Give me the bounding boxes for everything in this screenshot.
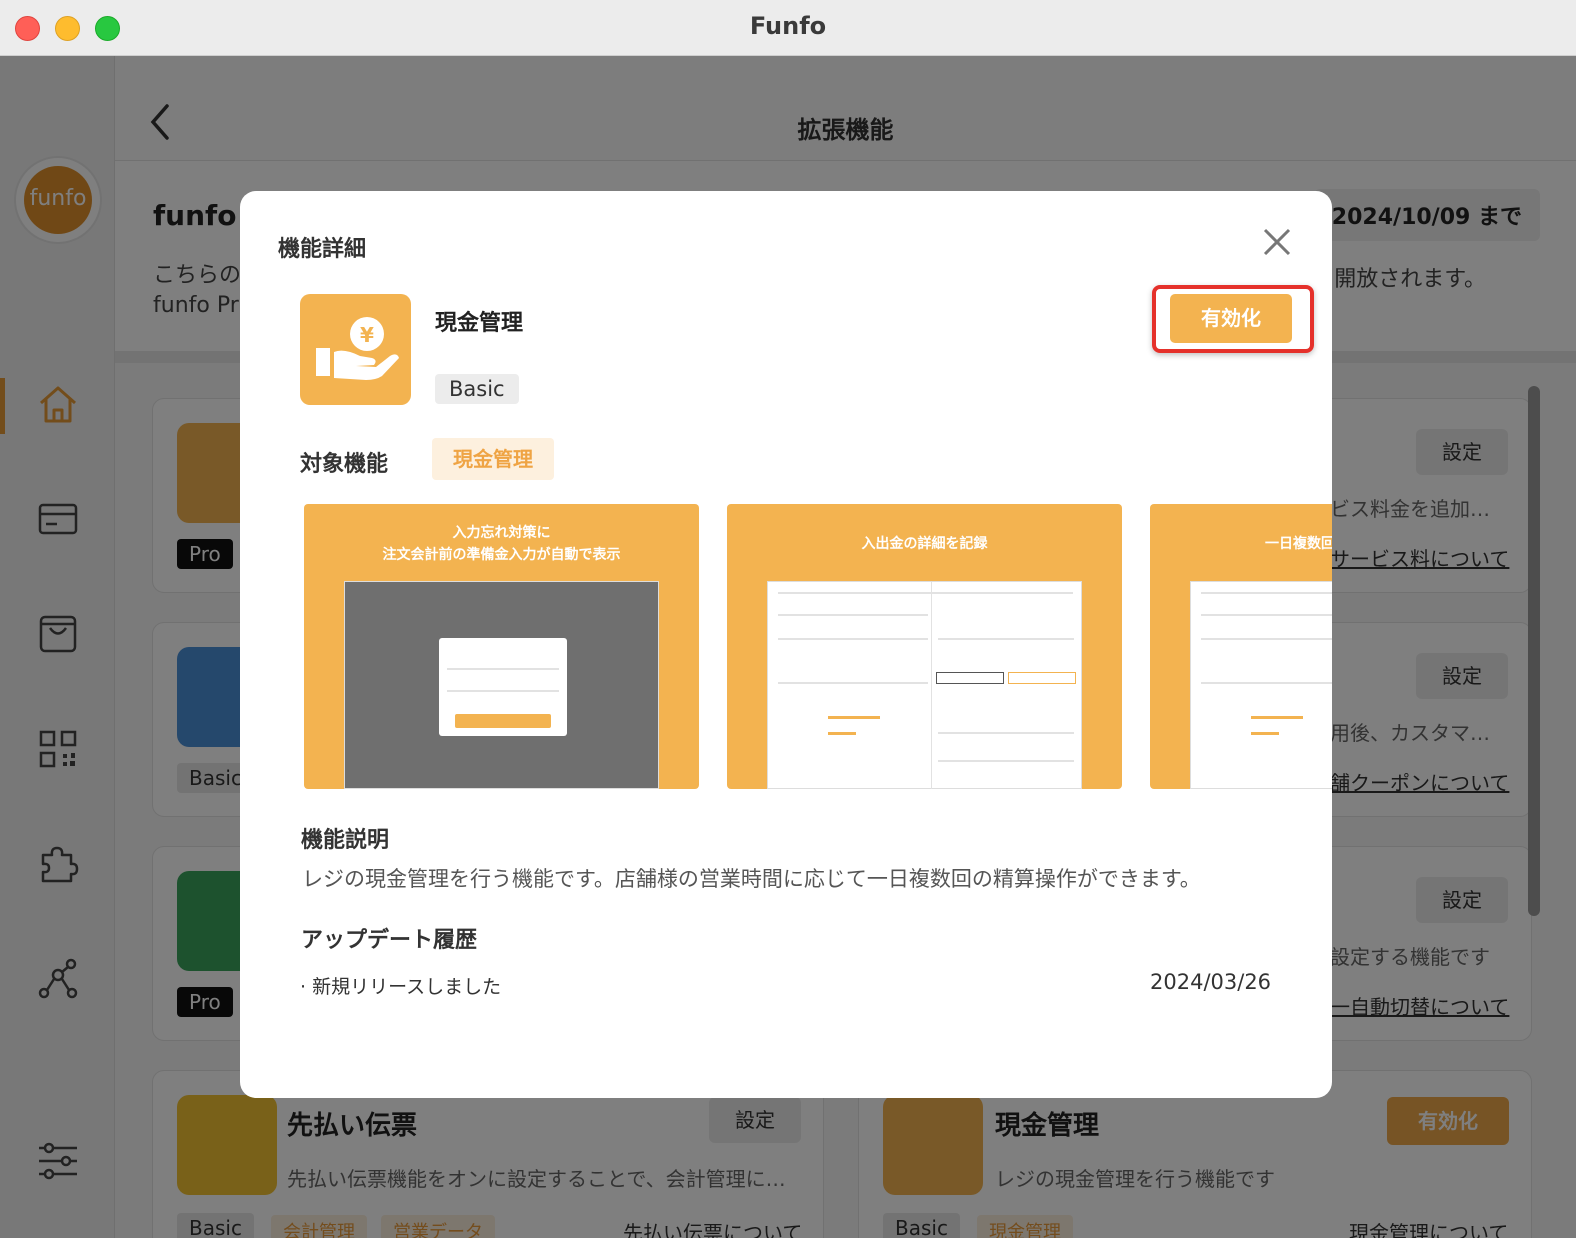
history-label: アップデート履歴 <box>301 928 478 953</box>
screenshot-1[interactable]: 入力忘れ対策に 注文会計前の準備金入力が自動で表示 <box>304 504 699 789</box>
screenshot-3[interactable]: 一日複数回 <box>1150 504 1332 789</box>
screenshot-caption: 入力忘れ対策に 注文会計前の準備金入力が自動で表示 <box>304 522 699 566</box>
history-date: 2024/03/26 <box>1150 970 1272 994</box>
screenshot-preview <box>767 581 1082 789</box>
feature-detail-modal: 機能詳細 ¥ 現金管理 Basic 有効化 対象機能 現金管理 入力忘れ対策に … <box>240 191 1332 1098</box>
yen-hand-icon: ¥ <box>300 294 411 405</box>
caption-line: 注文会計前の準備金入力が自動で表示 <box>382 547 621 563</box>
screenshot-preview <box>1190 581 1332 789</box>
description-text: レジの現金管理を行う機能です。店舗様の営業時間に応じて一日複数回の精算操作ができ… <box>302 867 1201 891</box>
screenshot-2[interactable]: 入出金の詳細を記録 <box>727 504 1122 789</box>
screenshot-caption: 一日複数回 <box>1265 536 1332 552</box>
svg-text:¥: ¥ <box>360 323 374 347</box>
highlight-annotation <box>1152 285 1314 353</box>
screenshot-preview <box>344 581 659 789</box>
modal-title: 機能詳細 <box>278 237 367 262</box>
window-title: Funfo <box>749 12 827 40</box>
plan-badge: Basic <box>435 374 519 404</box>
close-icon[interactable] <box>1260 225 1294 259</box>
window-titlebar: Funfo <box>0 0 1576 56</box>
preview-dialog <box>439 638 567 736</box>
description-label: 機能説明 <box>301 828 390 853</box>
target-label: 対象機能 <box>300 452 389 477</box>
screenshot-caption: 入出金の詳細を記録 <box>861 536 988 552</box>
history-item: · 新規リリースしました <box>300 976 502 998</box>
target-tag: 現金管理 <box>432 438 554 480</box>
feature-name: 現金管理 <box>435 311 524 336</box>
caption-line: 入力忘れ対策に <box>452 525 551 541</box>
